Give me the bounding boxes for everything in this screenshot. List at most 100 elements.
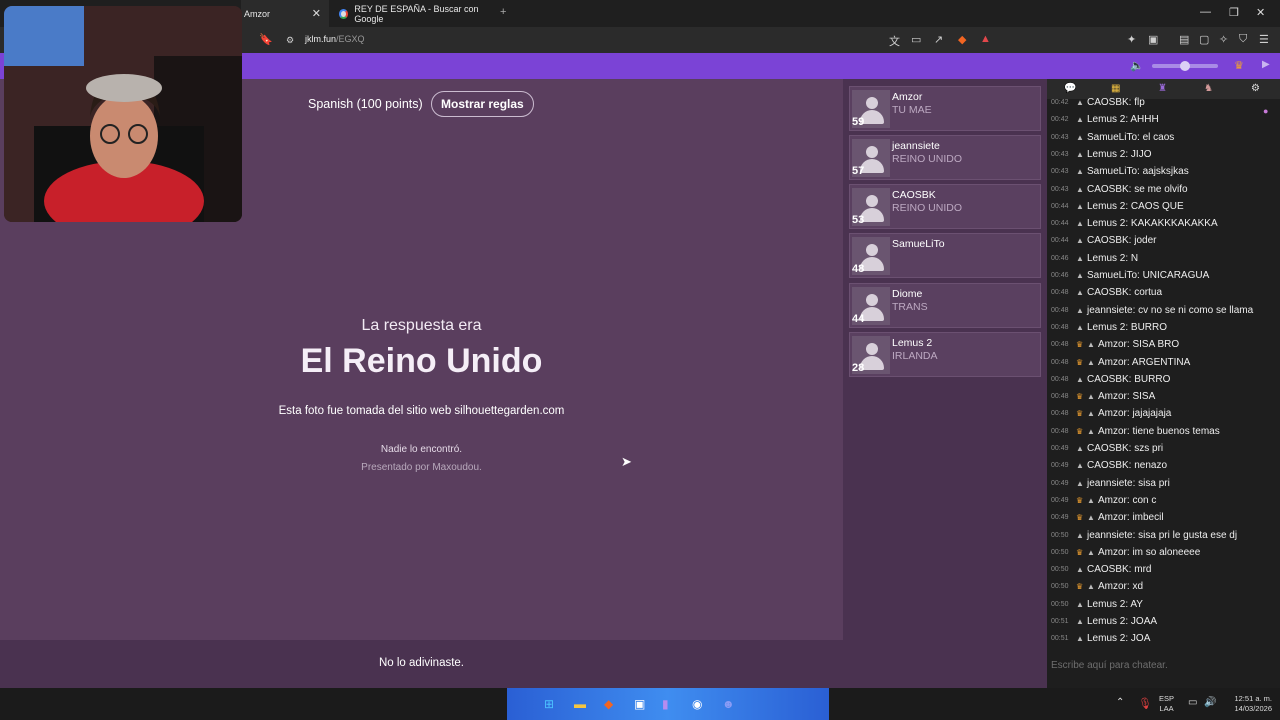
file-explorer-icon[interactable]: ▬ [574, 697, 586, 711]
user-icon: ▲ [1076, 271, 1084, 280]
crown-icon: ♛ [1076, 495, 1084, 505]
chat-text: CAOSBK: flp [1087, 97, 1145, 108]
chat-message: 00:48 ▲ Lemus 2: BURRO [1051, 319, 1167, 336]
chat-text: SamueLiTo: el caos [1087, 131, 1175, 143]
player-guess: REINO UNIDO [892, 202, 963, 214]
play-icon[interactable]: ▶ [1262, 59, 1270, 70]
tab-google-search[interactable]: REY DE ESPAÑA - Buscar con Google [333, 0, 493, 27]
chat-time: 00:50 [1051, 600, 1069, 608]
player-card[interactable]: 59 Amzor TU MAE [849, 86, 1041, 131]
game-tab-icon[interactable]: ♞ [1204, 83, 1213, 94]
chat-message: 00:48 ▲ jeannsiete: cv no se ni como se ll… [1051, 302, 1253, 319]
tab-label: REY DE ESPAÑA - Buscar con Google [354, 3, 479, 24]
speaker-icon[interactable]: 🔊 [1204, 697, 1216, 708]
share-icon[interactable]: ↗ [934, 33, 943, 46]
chat-text: Lemus 2: BURRO [1087, 321, 1168, 333]
leo-ai-icon[interactable]: ✧ [1219, 33, 1228, 46]
store-icon[interactable]: ▣ [634, 697, 645, 711]
url-host: jklm.fun [305, 34, 337, 44]
menu-icon[interactable]: ☰ [1259, 33, 1269, 46]
user-icon: ▲ [1076, 288, 1084, 298]
player-card[interactable]: 48 SamueLiTo [849, 233, 1041, 278]
user-icon: ▲ [1076, 634, 1084, 644]
user-icon: ▲ [1076, 599, 1084, 609]
brave-icon[interactable]: ◆ [604, 697, 613, 711]
close-window-icon[interactable]: ✕ [1256, 6, 1265, 19]
tab-amzor[interactable]: Amzor ✕ [241, 0, 329, 27]
settings-icon[interactable]: ⚙ [1251, 83, 1260, 94]
user-icon: ▲ [1076, 167, 1084, 177]
chat-text: Amzor: con c [1098, 494, 1157, 506]
chat-message: 00:48 ♛ ▲ Amzor: jajajajaja [1051, 405, 1171, 422]
players-tab-icon[interactable]: ▦ [1111, 83, 1120, 94]
cast-icon[interactable]: ▭ [911, 33, 921, 46]
chat-tab-icon[interactable]: 💬 [1064, 83, 1076, 94]
brave-rewards-icon[interactable]: ▲ [980, 33, 991, 45]
player-card[interactable]: 44 Diome TRANS [849, 283, 1041, 328]
user-icon: ▲ [1076, 149, 1084, 159]
chat-input[interactable] [1047, 654, 1280, 676]
chat-text: CAOSBK: nenazo [1087, 460, 1168, 472]
photo-source: Esta foto fue tomada del sitio web silho… [278, 405, 565, 417]
user-icon: ▲ [1087, 340, 1095, 350]
player-score: 53 [852, 214, 865, 226]
sidebar-icon[interactable]: ▤ [1179, 33, 1189, 46]
chat-text: CAOSBK: cortua [1087, 287, 1163, 299]
player-guess: IRLANDA [892, 350, 938, 362]
start-icon[interactable]: ⊞ [544, 697, 554, 711]
chat-text: Amzor: SISA [1098, 391, 1156, 403]
discord-icon[interactable]: ☻ [722, 697, 735, 711]
chat-time: 00:48 [1051, 341, 1069, 349]
url-field[interactable]: jklm.fun/EGXQ [305, 34, 365, 44]
restore-icon[interactable]: ❐ [1229, 6, 1239, 19]
brave-shield-icon[interactable]: ◆ [958, 33, 966, 46]
close-tab-icon[interactable]: ✕ [312, 7, 321, 20]
extensions-icon[interactable]: ✦ [1127, 33, 1136, 46]
user-icon: ▲ [1087, 547, 1095, 557]
room-tab-icon[interactable]: ♜ [1158, 83, 1167, 94]
player-card[interactable]: 57 jeannsiete REINO UNIDO [849, 135, 1041, 180]
screenshot-icon[interactable]: ▣ [1148, 33, 1158, 46]
volume-icon[interactable]: 🔈 [1130, 59, 1144, 72]
vpn-icon[interactable]: ⛉ [1239, 33, 1247, 46]
user-icon: ▲ [1087, 513, 1095, 523]
chat-time: 00:48 [1051, 427, 1069, 435]
player-card[interactable]: 28 Lemus 2 IRLANDA [849, 332, 1041, 377]
obs-icon[interactable]: ◉ [692, 697, 702, 711]
translate-icon[interactable]: 文 [889, 33, 900, 49]
player-name: Amzor [892, 91, 923, 103]
nobody-found-text: Nadie lo encontró. [380, 444, 463, 455]
chevron-up-icon[interactable]: ⌃ [1116, 697, 1124, 708]
minimize-icon[interactable]: — [1200, 6, 1211, 18]
site-info-icon[interactable]: ⚙ [286, 35, 294, 46]
chat-text: Lemus 2: AHHH [1087, 114, 1159, 126]
twitch-icon[interactable]: ▮ [662, 697, 669, 711]
chat-text: CAOSBK: BURRO [1087, 373, 1171, 385]
chat-text: Amzor: im so aloneeee [1098, 546, 1201, 558]
user-icon: ▲ [1076, 132, 1084, 142]
chat-text: SamueLiTo: UNICARAGUA [1087, 270, 1210, 281]
chat-time: 00:42 [1051, 99, 1069, 106]
input-language[interactable]: ESP LAA [1159, 694, 1174, 714]
user-icon: ▲ [1087, 409, 1095, 419]
player-card[interactable]: 53 CAOSBK REINO UNIDO [849, 184, 1041, 229]
wallet-icon[interactable]: ▢ [1199, 33, 1209, 46]
chat-time: 00:43 [1051, 185, 1069, 193]
volume-slider-thumb[interactable] [1180, 61, 1190, 71]
player-guess: TU MAE [892, 104, 932, 116]
microphone-icon[interactable]: 🎙 [1138, 697, 1152, 710]
user-icon: ▲ [1087, 392, 1095, 402]
clock[interactable]: 12:51 a. m. 14/03/2026 [1224, 694, 1272, 714]
new-tab-button[interactable]: + [500, 6, 506, 18]
presented-by-text: Presentado por Maxoudou. [361, 462, 482, 473]
chat-time: 00:50 [1051, 583, 1069, 591]
show-rules-button[interactable]: Mostrar reglas [431, 91, 534, 117]
chat-time: 00:46 [1051, 272, 1069, 279]
bookmark-icon[interactable]: 🔖 [259, 33, 273, 46]
user-icon: ▲ [1076, 478, 1084, 488]
network-icon[interactable]: ▭ [1188, 697, 1197, 708]
chat-time: 00:46 [1051, 254, 1069, 262]
chat-message: 00:42 ▲ CAOSBK: flp [1051, 94, 1145, 111]
user-icon: ▲ [1076, 322, 1084, 332]
user-icon: ▲ [1076, 617, 1084, 626]
